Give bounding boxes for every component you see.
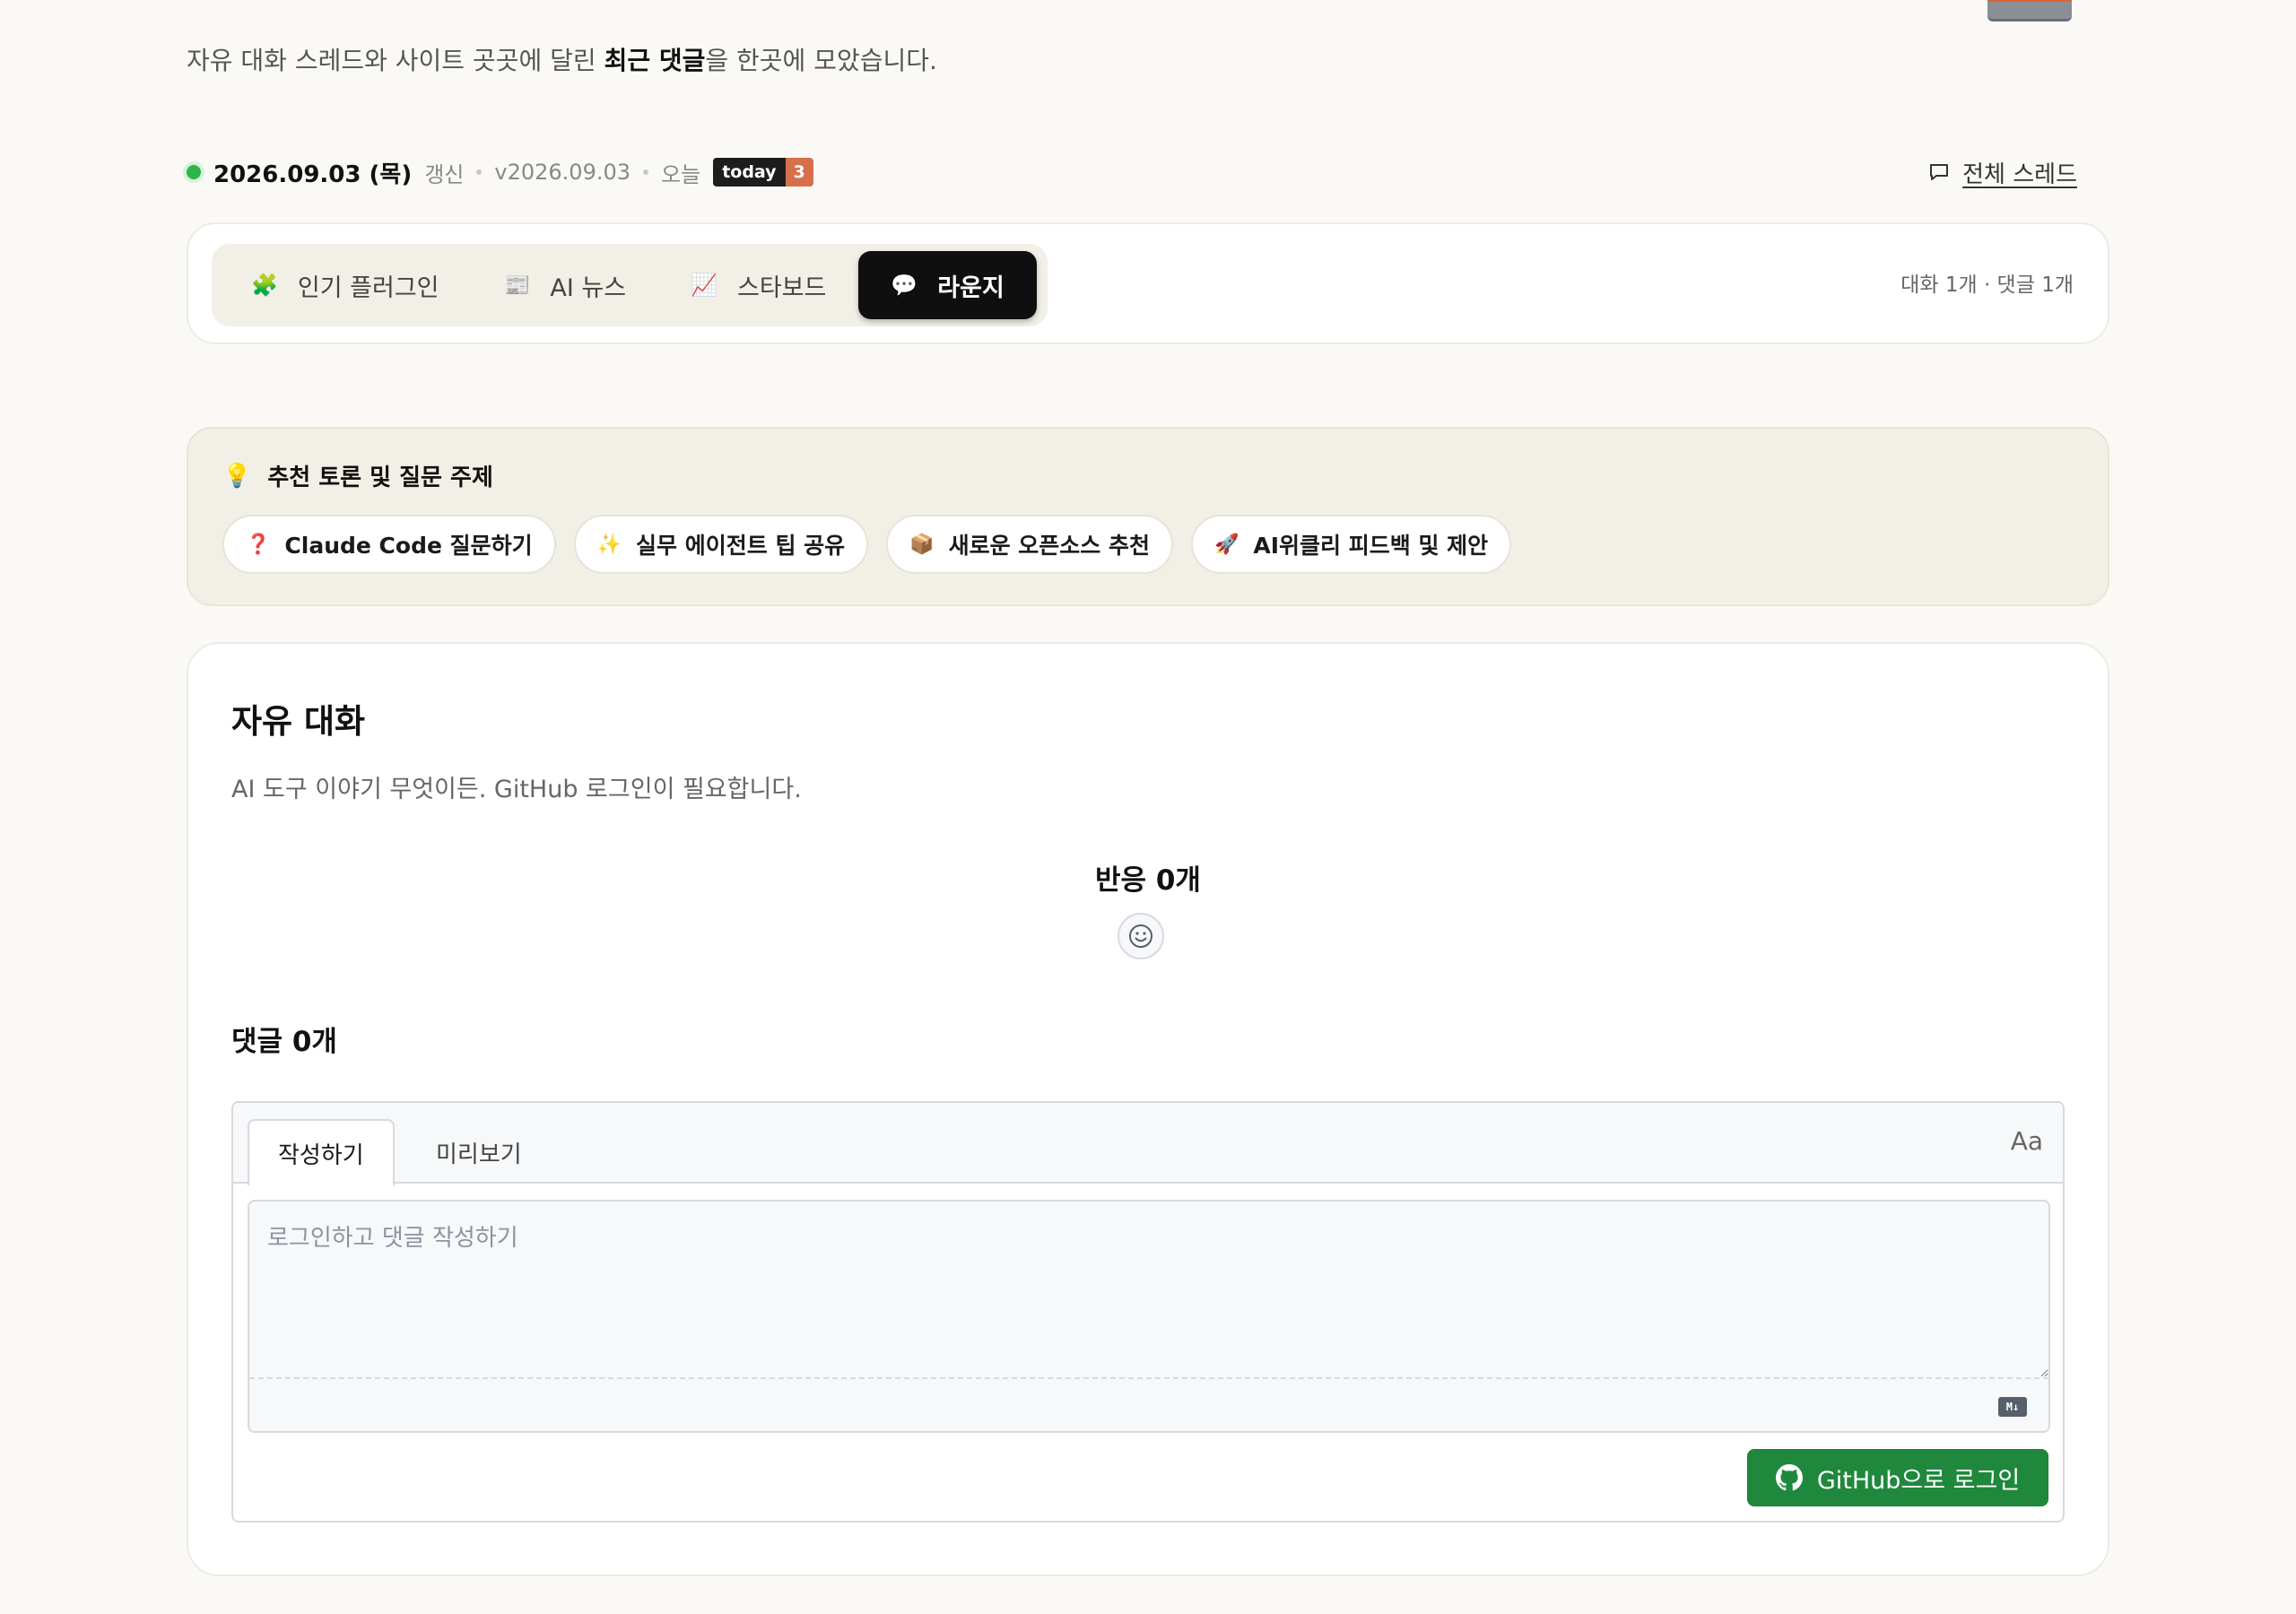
format-toggle-button[interactable]: Aa [2011,1126,2043,1156]
tab-write[interactable]: 작성하기 [248,1119,395,1185]
corner-widget [1987,0,2072,22]
section-tabs: 🧩 인기 플러그인 📰 AI 뉴스 📈 스타보드 💬 라운지 [212,244,1048,326]
all-threads-link[interactable]: 전체 스레드 [1928,154,2077,190]
topic-chip-label: 새로운 오픈소스 추천 [948,533,1150,559]
section-tab-card: 🧩 인기 플러그인 📰 AI 뉴스 📈 스타보드 💬 라운지 대화 1개 · 댓… [187,222,2109,344]
lounge-stats: 대화 1개 · 댓글 1개 [1900,273,2074,297]
package-icon: 📦 [909,533,935,556]
lightbulb-icon: 💡 [222,462,252,490]
status-today-label: 오늘 [661,161,701,187]
tab-label: AI 뉴스 [550,273,627,302]
topic-chip-claude-code[interactable]: ❓ Claude Code 질문하기 [222,515,556,574]
comment-editor: 작성하기 미리보기 Aa M↓ GitHub으로 로그인 [231,1101,2065,1523]
tab-label: 인기 플러그인 [297,273,439,302]
separator-dot [643,169,649,175]
puzzle-icon: 🧩 [251,273,278,298]
suggested-topics-card: 💡 추천 토론 및 질문 주제 ❓ Claude Code 질문하기 ✨ 실무 … [187,427,2109,606]
question-icon: ❓ [246,533,271,556]
speech-bubble-icon: 💬 [891,273,918,298]
topic-chip-label: AI위클리 피드백 및 제안 [1253,533,1489,559]
suggested-topics-header: 💡 추천 토론 및 질문 주제 [222,459,493,492]
all-threads-label: 전체 스레드 [1962,161,2077,188]
markdown-icon: M↓ [1998,1397,2027,1417]
smiley-icon [1129,924,1152,948]
discussion-description: AI 도구 이야기 무엇이든. GitHub 로그인이 필요합니다. [231,776,802,803]
page-intro: 자유 대화 스레드와 사이트 곳곳에 달린 최근 댓글을 한곳에 모았습니다. [187,46,937,75]
status-row: 2026.09.03 (목) 갱신 v2026.09.03 오늘 today 3 [187,154,813,190]
comment-input-wrap: M↓ [248,1200,2050,1433]
tab-lounge[interactable]: 💬 라운지 [858,251,1037,319]
today-badge-label: today [713,158,786,187]
today-badge-count: 3 [785,158,813,187]
tab-ai-news[interactable]: 📰 AI 뉴스 [472,251,659,319]
tab-starboard[interactable]: 📈 스타보드 [658,251,858,319]
tab-preview[interactable]: 미리보기 [407,1119,551,1185]
topic-chip-label: Claude Code 질문하기 [284,533,533,559]
github-icon [1775,1464,1803,1491]
topic-chip-agent-tips[interactable]: ✨ 실무 에이전트 팁 공유 [573,515,869,574]
suggested-topics-title: 추천 토론 및 질문 주제 [267,464,493,491]
live-status-dot [187,165,201,179]
discussion-title: 자유 대화 [231,702,366,741]
discussion-card: 자유 대화 AI 도구 이야기 무엇이든. GitHub 로그인이 필요합니다.… [187,642,2109,1576]
reactions-count: 반응 0개 [1095,864,1201,897]
status-updated: 갱신 [424,161,465,187]
status-version: v2026.09.03 [494,160,631,185]
newspaper-icon: 📰 [503,273,531,298]
rocket-icon: 🚀 [1213,533,1239,556]
comments-count: 댓글 0개 [231,1026,337,1058]
github-login-button[interactable]: GitHub으로 로그인 [1747,1449,2048,1506]
today-badge: today 3 [713,158,813,187]
github-login-label: GitHub으로 로그인 [1816,1466,2021,1495]
topic-chip-label: 실무 에이전트 팁 공유 [636,533,846,559]
tab-label: 스타보드 [737,273,827,302]
status-date: 2026.09.03 (목) [213,161,413,188]
editor-tabs: 작성하기 미리보기 Aa [233,1103,2063,1185]
separator-dot [476,169,483,175]
topic-chips: ❓ Claude Code 질문하기 ✨ 실무 에이전트 팁 공유 📦 새로운 … [222,515,1512,574]
chart-up-icon: 📈 [691,273,718,298]
comment-input[interactable] [249,1202,2048,1377]
tab-popular-plugins[interactable]: 🧩 인기 플러그인 [219,251,472,319]
tab-label: 라운지 [937,273,1004,302]
sparkles-icon: ✨ [596,533,622,556]
input-divider [249,1377,2048,1379]
topic-chip-open-source[interactable]: 📦 새로운 오픈소스 추천 [886,515,1173,574]
add-reaction-button[interactable] [1118,913,1164,959]
topic-chip-feedback[interactable]: 🚀 AI위클리 피드백 및 제안 [1190,515,1512,574]
reactions-section: 반응 0개 [188,857,2108,898]
comment-icon [1930,164,1949,180]
